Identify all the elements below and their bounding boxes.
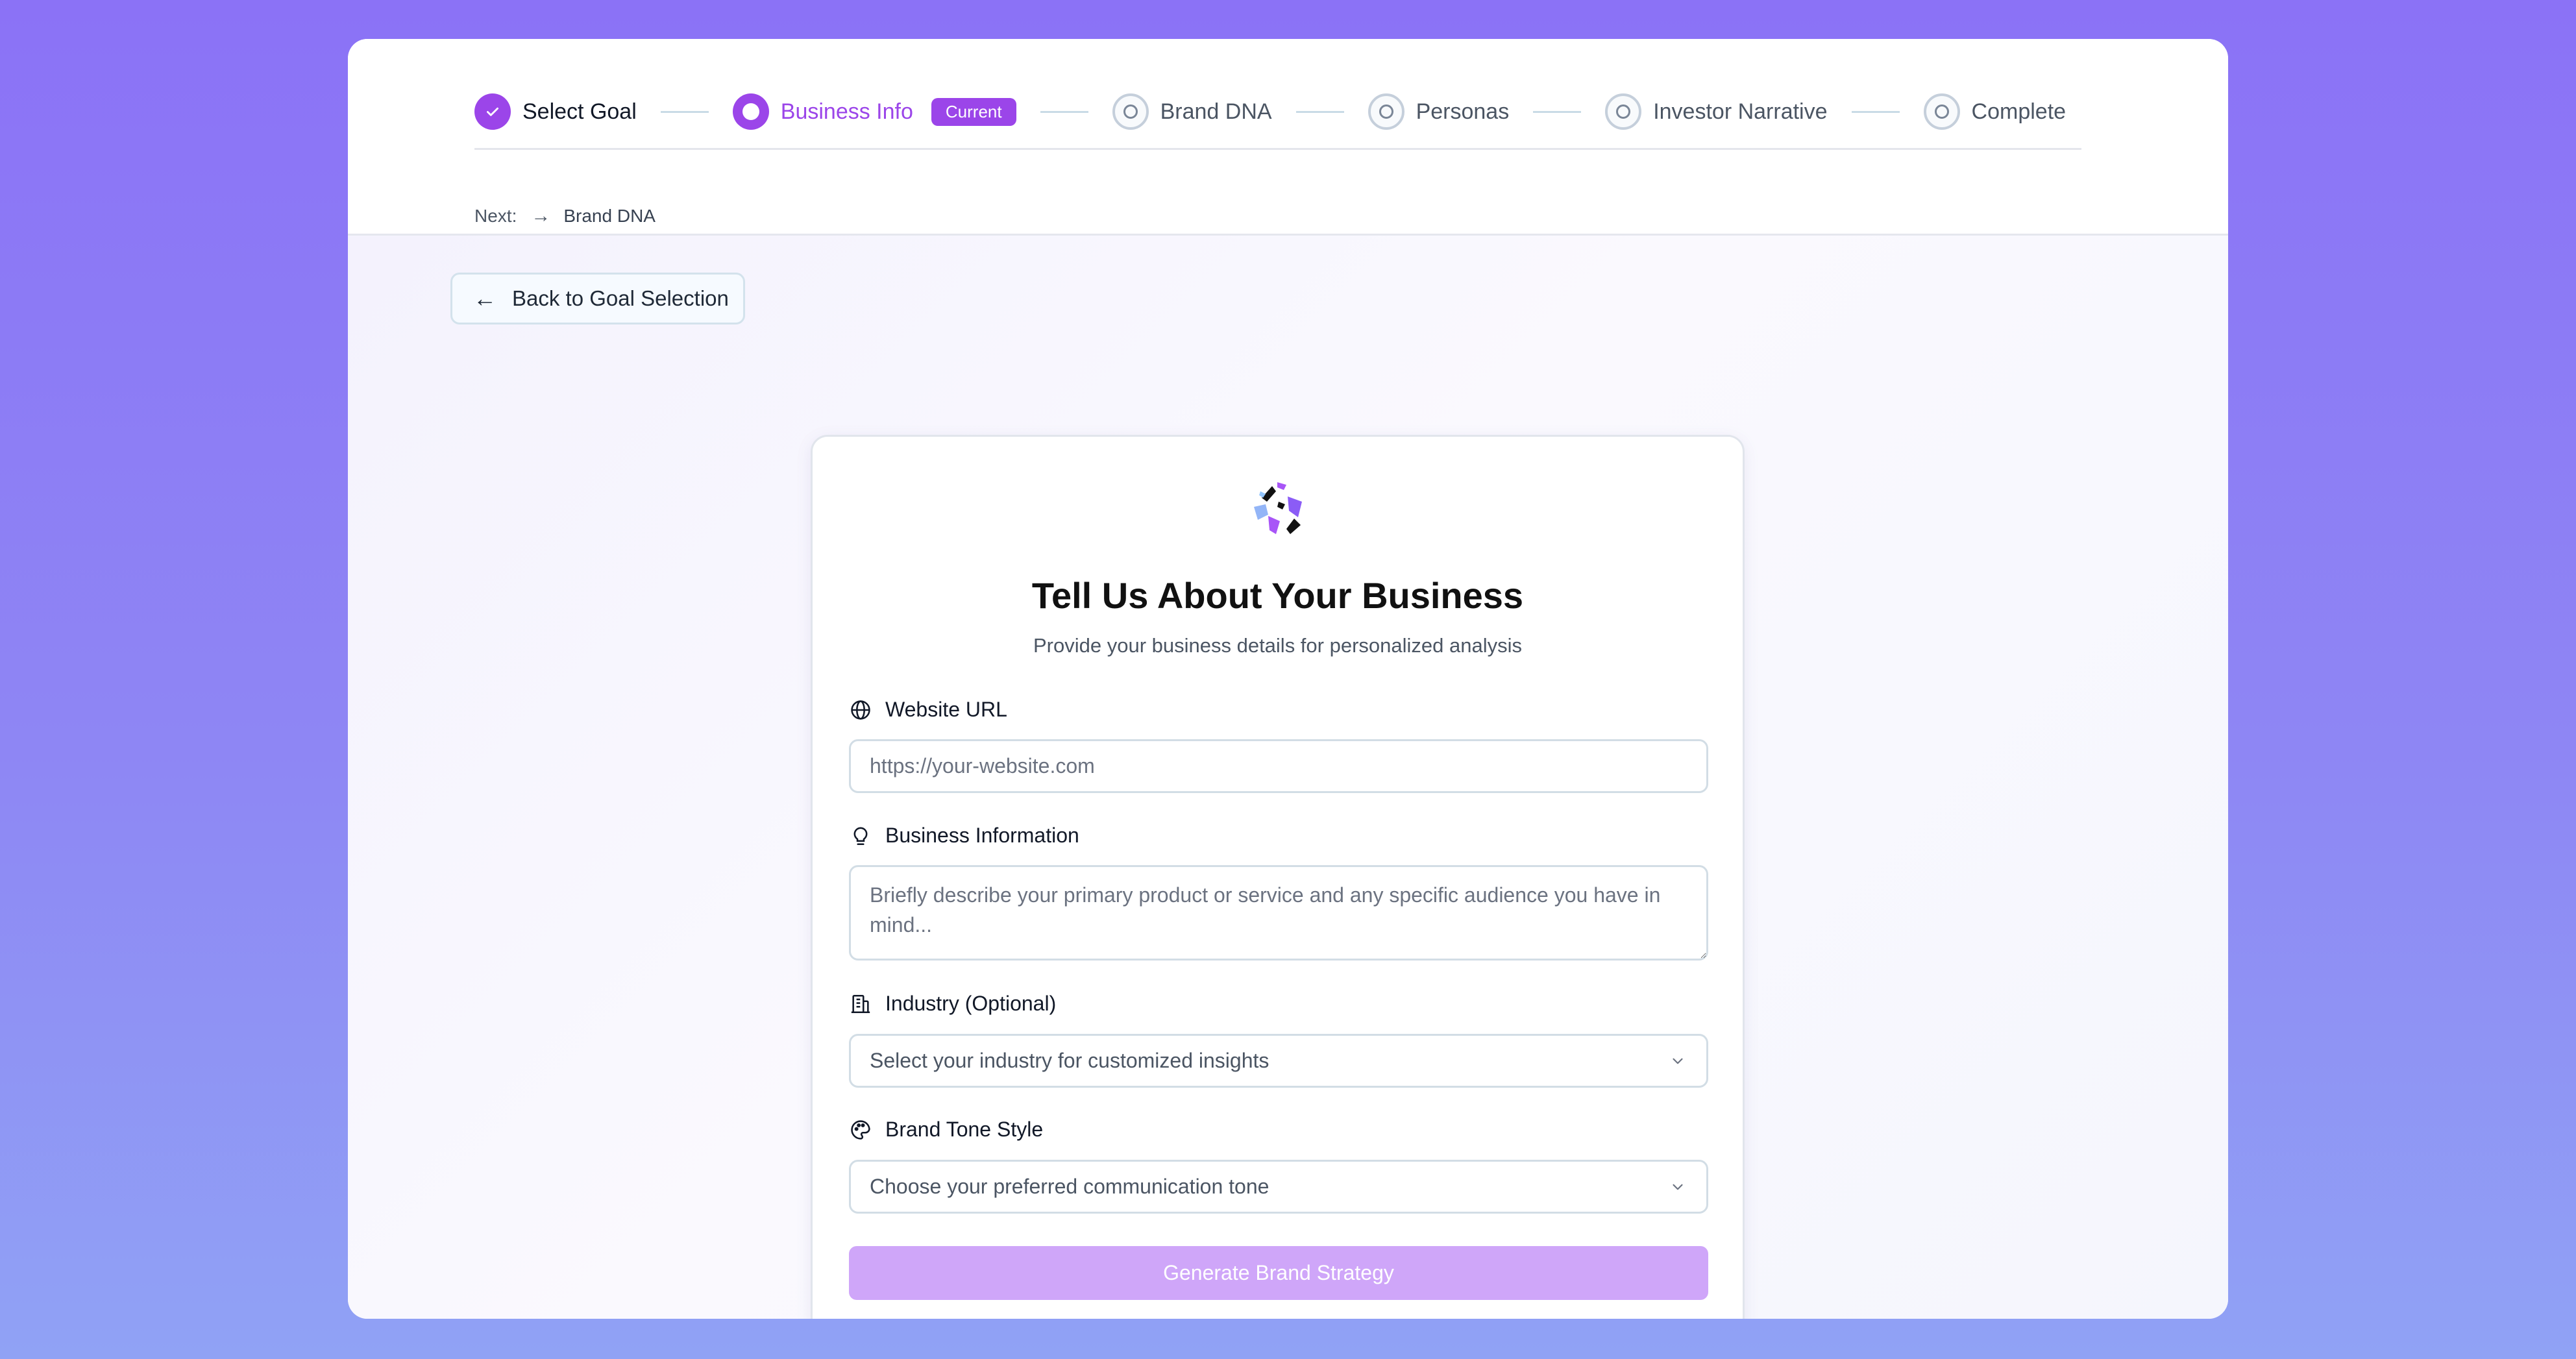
next-label: Next: [474, 206, 517, 226]
step-label: Investor Narrative [1653, 99, 1828, 124]
current-step-icon [732, 93, 769, 130]
brand-tone-label-text: Brand Tone Style [885, 1118, 1044, 1141]
main-content: ← Back to Goal Selection Tell Us About Y… [348, 236, 2228, 1319]
brand-tone-select[interactable]: Choose your preferred communication tone [849, 1160, 1708, 1214]
brand-logo-icon [1249, 478, 1307, 537]
circle-icon [1112, 93, 1149, 130]
step-connector [1533, 110, 1582, 113]
business-information-label: Business Information [849, 824, 1079, 848]
lightbulb-icon [849, 824, 872, 848]
arrow-left-icon: ← [473, 285, 497, 312]
back-button-label: Back to Goal Selection [512, 286, 729, 310]
check-icon [474, 93, 511, 130]
chevron-down-icon [1669, 1052, 1687, 1070]
website-url-label: Website URL [849, 698, 1007, 722]
step-personas[interactable]: Personas [1368, 93, 1510, 130]
circle-icon [1368, 93, 1405, 130]
stepper-steps: Select Goal Business Info Current Brand … [474, 92, 2066, 132]
step-complete[interactable]: Complete [1923, 93, 2067, 130]
industry-select[interactable]: Select your industry for customized insi… [849, 1034, 1708, 1088]
step-label: Brand DNA [1160, 99, 1272, 124]
palette-icon [849, 1118, 872, 1142]
industry-select-value: Select your industry for customized insi… [870, 1049, 1270, 1072]
brand-tone-label: Brand Tone Style [849, 1118, 1043, 1142]
step-connector [660, 110, 709, 113]
step-select-goal[interactable]: Select Goal [474, 93, 637, 130]
website-url-label-text: Website URL [885, 698, 1007, 721]
step-label: Personas [1416, 99, 1510, 124]
chevron-down-icon [1669, 1178, 1687, 1196]
stepper-divider [474, 148, 2081, 150]
app-window: Select Goal Business Info Current Brand … [348, 39, 2228, 1319]
step-business-info[interactable]: Business Info Current [732, 93, 1016, 130]
brand-tone-select-value: Choose your preferred communication tone [870, 1175, 1270, 1198]
back-to-goal-selection-button[interactable]: ← Back to Goal Selection [450, 273, 745, 324]
circle-icon [1923, 93, 1960, 130]
step-connector [1040, 110, 1088, 113]
step-label: Select Goal [522, 99, 637, 124]
card-subtitle: Provide your business details for person… [1033, 634, 1522, 657]
website-url-input[interactable] [849, 739, 1708, 793]
building-icon [849, 992, 872, 1016]
industry-label: Industry (Optional) [849, 992, 1056, 1016]
current-badge: Current [931, 97, 1016, 126]
business-information-textarea[interactable] [849, 865, 1708, 961]
business-information-label-text: Business Information [885, 824, 1079, 847]
generate-brand-strategy-button[interactable]: Generate Brand Strategy [849, 1246, 1708, 1300]
next-step-hint: Next: → Brand DNA [474, 205, 656, 227]
globe-icon [849, 698, 872, 722]
next-step-value: Brand DNA [563, 206, 656, 226]
step-label: Business Info [780, 99, 913, 124]
step-connector [1851, 110, 1900, 113]
arrow-right-icon: → [531, 205, 551, 226]
progress-stepper: Select Goal Business Info Current Brand … [348, 39, 2228, 236]
industry-label-text: Industry (Optional) [885, 992, 1057, 1015]
step-label: Complete [1971, 99, 2067, 124]
business-info-card: Tell Us About Your Business Provide your… [811, 435, 1745, 1319]
circle-icon [1605, 93, 1642, 130]
step-investor-narrative[interactable]: Investor Narrative [1605, 93, 1828, 130]
step-brand-dna[interactable]: Brand DNA [1112, 93, 1272, 130]
card-title: Tell Us About Your Business [1031, 575, 1524, 616]
step-connector [1295, 110, 1344, 113]
